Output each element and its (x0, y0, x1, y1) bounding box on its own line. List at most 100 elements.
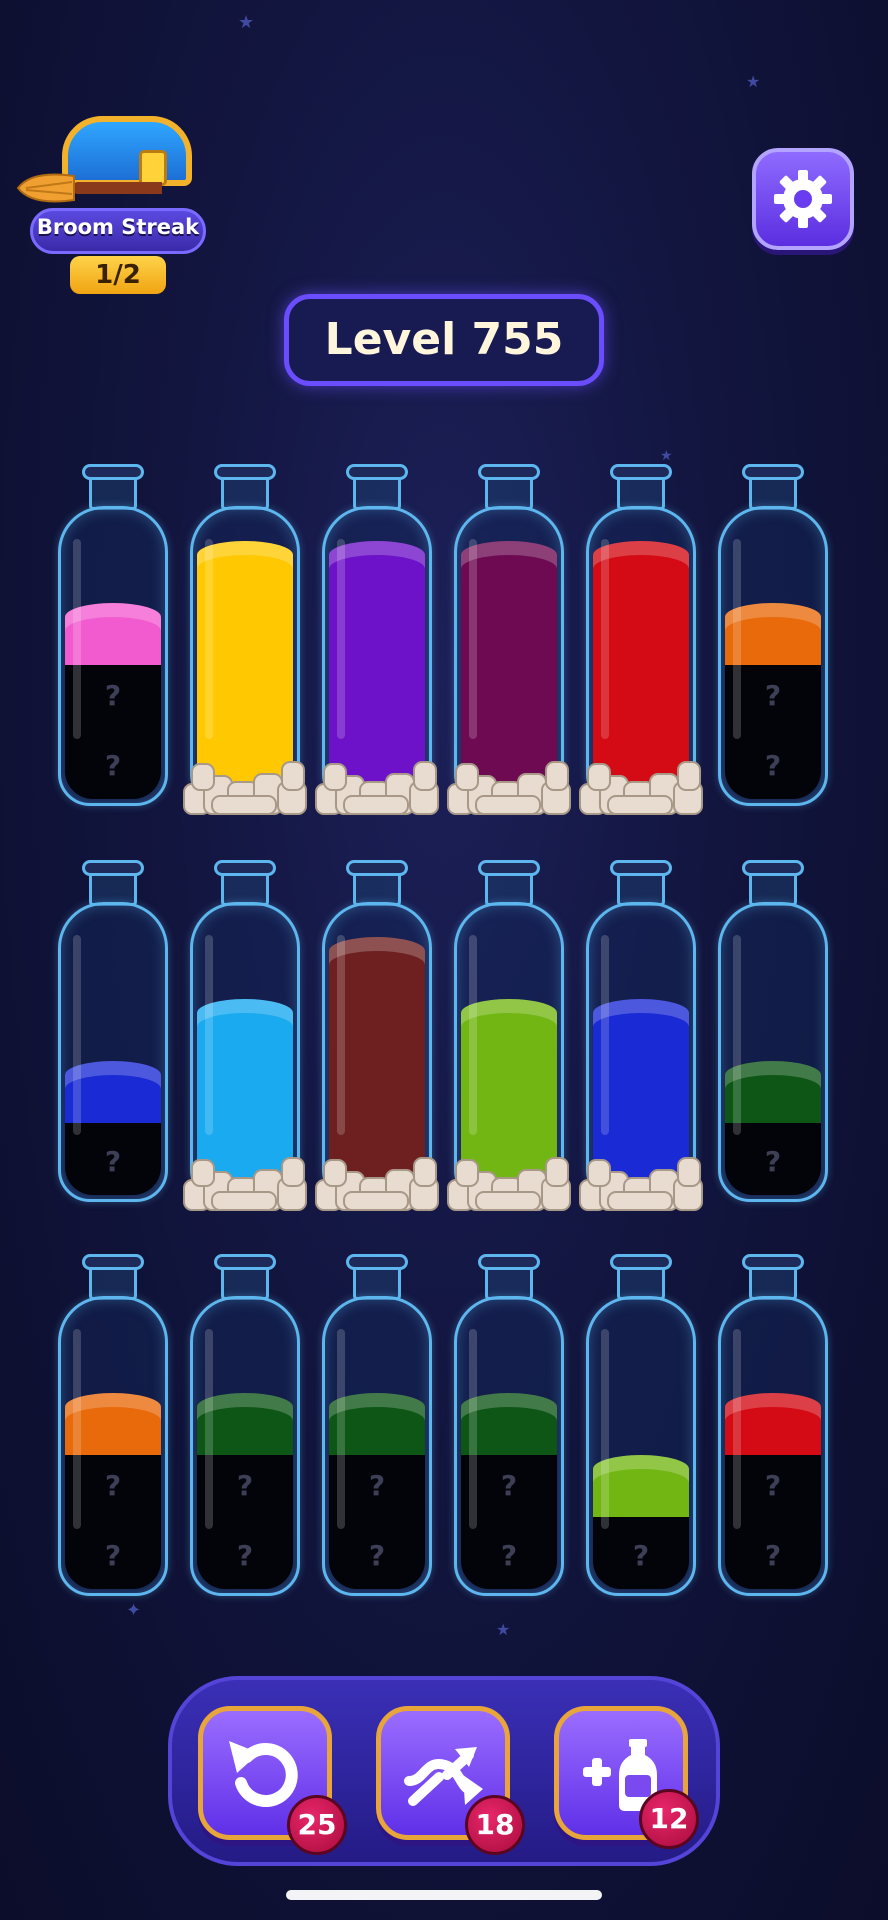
star-decoration: ★ (496, 1620, 511, 1639)
bottle-cap (346, 464, 408, 480)
bottle-cap (478, 1254, 540, 1270)
glass-shine (469, 539, 477, 739)
bottle[interactable] (447, 464, 571, 815)
glass-shine (337, 935, 345, 1135)
star-decoration: ✦ (126, 1600, 142, 1621)
gear-icon (774, 170, 832, 228)
star-decoration: ★ (238, 12, 255, 33)
question-mark-icon: ? (500, 1539, 518, 1572)
question-mark-icon: ? (236, 1539, 254, 1572)
star-decoration: ★ (746, 72, 761, 91)
bottle[interactable]: ?? (58, 1254, 168, 1596)
question-mark-icon: ? (368, 1539, 386, 1572)
bottle-body: ?? (454, 1296, 564, 1596)
glass-shine (205, 539, 213, 739)
bottle-cap (610, 860, 672, 876)
bottle-cap (82, 860, 144, 876)
bottle[interactable]: ?? (718, 464, 828, 806)
bottle-body: ?? (718, 1296, 828, 1596)
bottle-body: ?? (322, 1296, 432, 1596)
bottle[interactable] (579, 464, 703, 815)
bottle-cap (478, 464, 540, 480)
glass-shine (73, 935, 81, 1135)
bottle[interactable] (183, 464, 307, 815)
bottle[interactable] (315, 860, 439, 1211)
bottle-cap (610, 464, 672, 480)
bottle-cap (610, 1254, 672, 1270)
glass-shine (469, 1329, 477, 1529)
question-mark-icon: ? (104, 749, 122, 782)
question-mark-icon: ? (764, 1539, 782, 1572)
bottle-body: ? (586, 1296, 696, 1596)
bottle[interactable]: ?? (322, 1254, 432, 1596)
bottle[interactable]: ?? (190, 1254, 300, 1596)
add-bottle-count-badge: 12 (639, 1789, 699, 1849)
question-mark-icon: ? (104, 1539, 122, 1572)
bottle-body: ?? (58, 506, 168, 806)
glass-shine (337, 539, 345, 739)
bottle-cap (346, 860, 408, 876)
question-mark-icon: ? (764, 749, 782, 782)
bottle-cap (346, 1254, 408, 1270)
bottle-body: ? (718, 902, 828, 1202)
glass-shine (733, 935, 741, 1135)
bottle-cap (82, 464, 144, 480)
stone-base-icon (315, 1157, 439, 1211)
stone-base-icon (579, 761, 703, 815)
bottle[interactable]: ? (718, 860, 828, 1202)
bottle-cap (214, 1254, 276, 1270)
bottle[interactable]: ? (58, 860, 168, 1202)
bottle-cap (214, 464, 276, 480)
glass-shine (601, 1329, 609, 1529)
bottle[interactable]: ? (586, 1254, 696, 1596)
bottle-cap (214, 860, 276, 876)
bottle-cap (478, 860, 540, 876)
glass-shine (337, 1329, 345, 1529)
stone-base-icon (447, 761, 571, 815)
undo-icon (229, 1741, 298, 1807)
glass-shine (469, 935, 477, 1135)
bottle[interactable]: ?? (58, 464, 168, 806)
bottle-cap (742, 1254, 804, 1270)
bottle-body: ?? (58, 1296, 168, 1596)
bottle[interactable] (183, 860, 307, 1211)
home-indicator[interactable] (286, 1890, 602, 1900)
broom-streak-widget[interactable]: Broom Streak 1/2 (12, 110, 208, 300)
question-mark-icon: ? (764, 1145, 782, 1178)
glass-shine (205, 935, 213, 1135)
shuffle-button[interactable]: 18 (376, 1706, 525, 1855)
stone-base-icon (579, 1157, 703, 1211)
bottle-cap (82, 1254, 144, 1270)
glass-shine (733, 1329, 741, 1529)
glass-shine (601, 539, 609, 739)
question-mark-icon: ? (632, 1539, 650, 1572)
bottle-body: ?? (718, 506, 828, 806)
bottle[interactable] (315, 464, 439, 815)
bottle-body: ?? (190, 1296, 300, 1596)
settings-button[interactable] (752, 148, 854, 250)
undo-button[interactable]: 25 (198, 1706, 347, 1855)
broom-icon (16, 173, 162, 203)
streak-progress: 1/2 (70, 256, 166, 294)
streak-label: Broom Streak (36, 215, 200, 239)
bottle[interactable]: ?? (718, 1254, 828, 1596)
glass-shine (205, 1329, 213, 1529)
bottle[interactable] (579, 860, 703, 1211)
glass-shine (73, 1329, 81, 1529)
stone-base-icon (315, 761, 439, 815)
bottle-body: ? (58, 902, 168, 1202)
bottle-cap (742, 860, 804, 876)
undo-count-badge: 25 (287, 1795, 347, 1855)
level-indicator: Level 755 (284, 294, 604, 386)
glass-shine (73, 539, 81, 739)
add-bottle-button[interactable]: 12 (554, 1706, 699, 1849)
stone-base-icon (447, 1157, 571, 1211)
star-decoration: ★ (660, 448, 673, 464)
bottle[interactable]: ?? (454, 1254, 564, 1596)
stone-base-icon (183, 1157, 307, 1211)
shuffle-count-badge: 18 (465, 1795, 525, 1855)
stone-base-icon (183, 761, 307, 815)
bottle[interactable] (447, 860, 571, 1211)
glass-shine (601, 935, 609, 1135)
glass-shine (733, 539, 741, 739)
